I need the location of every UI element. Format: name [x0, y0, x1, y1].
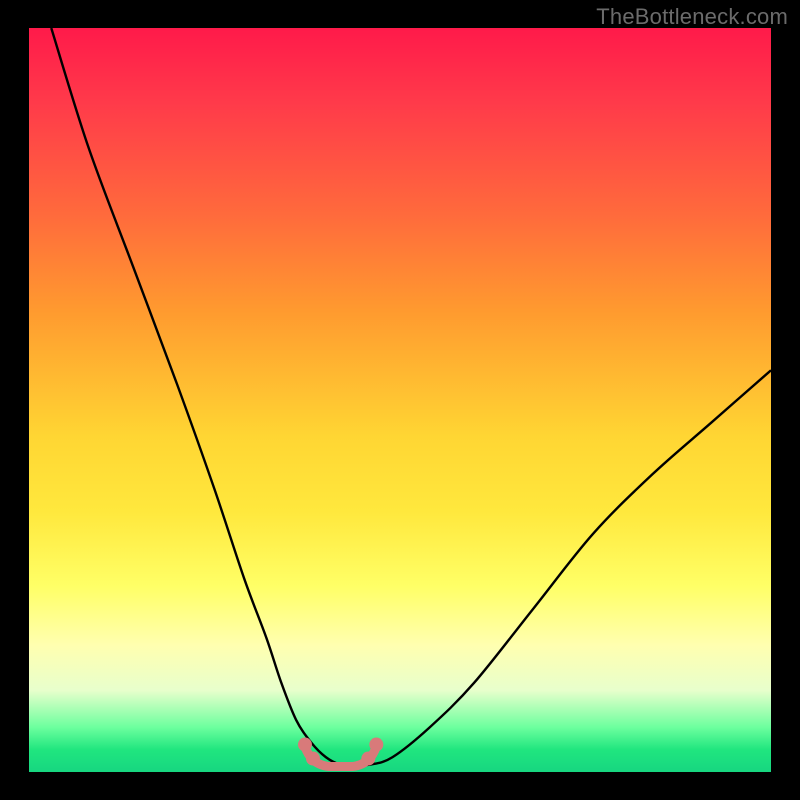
chart-frame: TheBottleneck.com — [0, 0, 800, 800]
bottleneck-curve — [51, 28, 771, 765]
plot-area — [29, 28, 771, 772]
floor-highlight — [298, 738, 383, 767]
watermark-text: TheBottleneck.com — [596, 4, 788, 30]
curve-layer — [29, 28, 771, 772]
